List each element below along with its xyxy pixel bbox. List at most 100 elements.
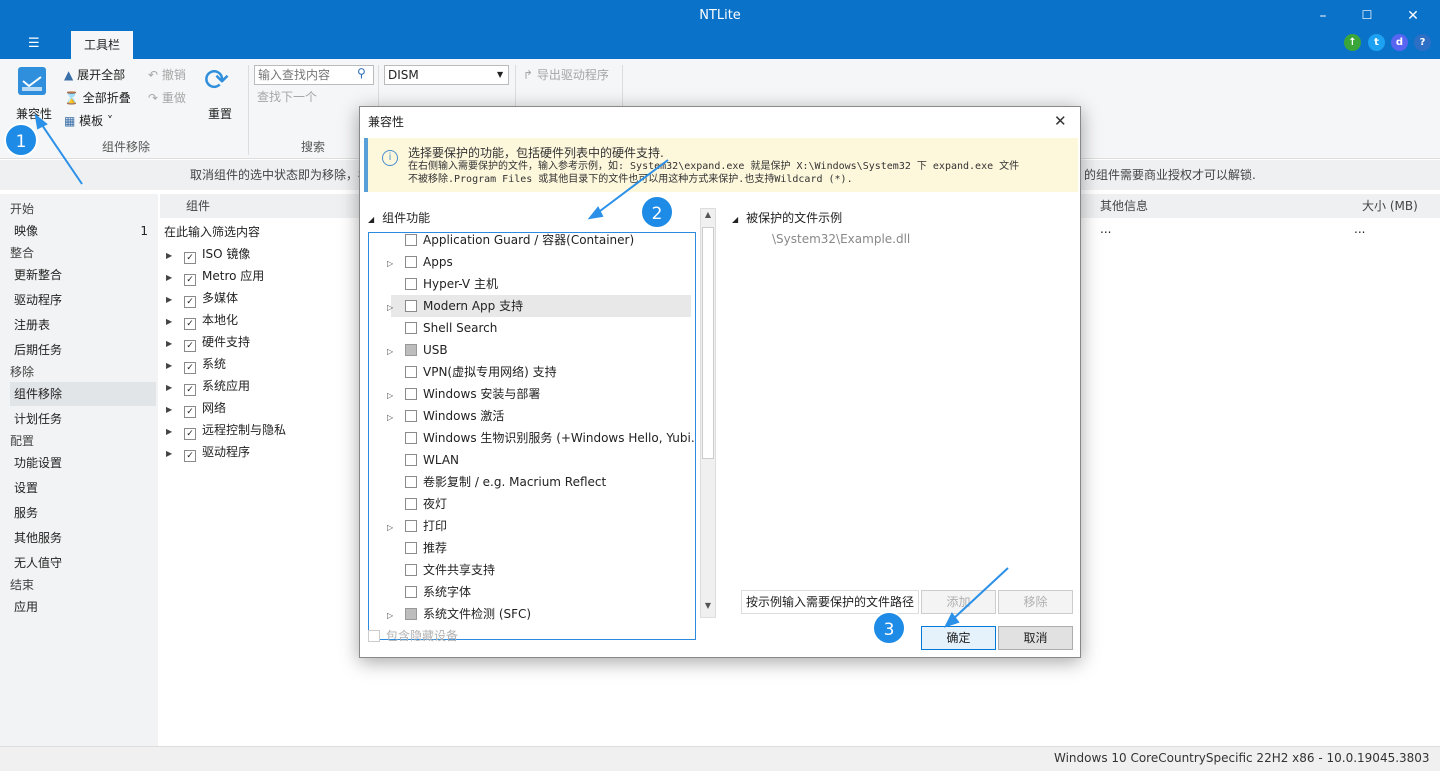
expand-arrow-icon[interactable]: ▷ — [387, 297, 399, 319]
sidebar-item[interactable]: 其他服务 — [10, 526, 156, 550]
ok-button[interactable]: 确定 — [921, 626, 996, 650]
feature-tree-item[interactable]: ▷ Apps — [387, 251, 691, 273]
checkbox[interactable]: ✓ — [184, 318, 196, 330]
checkbox[interactable] — [405, 278, 417, 290]
sidebar-item[interactable]: 后期任务 — [10, 338, 156, 362]
expand-arrow-icon[interactable]: ▷ — [387, 341, 399, 363]
feature-tree-item[interactable]: ▷ USB — [387, 339, 691, 361]
tree-row[interactable]: ▶ ✓ 远程控制与隐私 — [166, 419, 286, 441]
redo-button[interactable]: ↷ 重做 — [148, 88, 186, 108]
checkbox[interactable] — [405, 234, 417, 246]
checkbox[interactable] — [405, 454, 417, 466]
expand-arrow-icon[interactable]: ▶ — [166, 443, 178, 465]
sidebar-item[interactable]: 设置 — [10, 476, 156, 500]
expand-arrow-icon[interactable] — [387, 561, 399, 583]
search-input-field[interactable] — [255, 66, 351, 84]
expand-arrow-icon[interactable]: ▷ — [387, 605, 399, 627]
column-other-info[interactable]: 其他信息 — [1100, 194, 1148, 218]
add-button[interactable]: 添加 — [921, 590, 996, 614]
expand-arrow-icon[interactable]: ▶ — [166, 311, 178, 333]
feature-tree-item[interactable]: ▷ 系统文件检测 (SFC) — [387, 603, 691, 625]
expand-arrow-icon[interactable]: ▶ — [166, 289, 178, 311]
sidebar-item[interactable]: 应用 — [10, 595, 156, 619]
checkbox[interactable] — [405, 476, 417, 488]
feature-tree-item[interactable]: Application Guard / 容器(Container) — [391, 233, 691, 251]
sidebar-item[interactable]: 服务 — [10, 501, 156, 525]
checkbox[interactable]: ✓ — [184, 406, 196, 418]
expand-arrow-icon[interactable]: ▶ — [166, 399, 178, 421]
checkbox[interactable] — [405, 498, 417, 510]
checkbox[interactable] — [405, 520, 417, 532]
expand-arrow-icon[interactable] — [387, 319, 399, 341]
sidebar-item[interactable]: 更新整合 — [10, 263, 156, 287]
feature-tree-item[interactable]: 卷影复制 / e.g. Macrium Reflect — [391, 471, 691, 493]
sidebar-item[interactable]: 映像 1 — [10, 219, 156, 243]
feature-tree[interactable]: Application Guard / 容器(Container) ▷ Apps H… — [368, 232, 696, 640]
feature-tree-item[interactable]: ▷ 打印 — [387, 515, 691, 537]
feature-tree-item[interactable]: Hyper-V 主机 — [391, 273, 691, 295]
checkbox[interactable] — [405, 432, 417, 444]
feature-tree-item[interactable]: Shell Search — [391, 317, 691, 339]
expand-arrow-icon[interactable]: ▷ — [387, 517, 399, 539]
feature-tree-item[interactable]: 夜灯 — [391, 493, 691, 515]
checkbox[interactable] — [405, 366, 417, 378]
feature-tree-item[interactable]: WLAN — [391, 449, 691, 471]
filter-input[interactable]: 在此输入筛选内容 — [164, 222, 260, 242]
dism-select[interactable]: DISM ▼ — [384, 65, 509, 85]
dialog-close-button[interactable]: ✕ — [1054, 112, 1067, 130]
feature-tree-item[interactable]: ▷ Windows 安装与部署 — [387, 383, 691, 405]
checkbox[interactable]: ✓ — [184, 274, 196, 286]
search-input[interactable]: ⚲ — [254, 65, 374, 85]
search-icon[interactable]: ⚲ — [357, 66, 366, 80]
checkbox[interactable] — [405, 344, 417, 356]
checkbox[interactable] — [405, 586, 417, 598]
expand-arrow-icon[interactable]: ▶ — [166, 421, 178, 443]
remove-button[interactable]: 移除 — [998, 590, 1073, 614]
column-size[interactable]: 大小 (MB) — [1362, 194, 1418, 218]
cancel-button[interactable]: 取消 — [998, 626, 1073, 650]
update-icon[interactable]: ↑ — [1344, 34, 1361, 51]
sidebar-item[interactable]: 驱动程序 — [10, 288, 156, 312]
expand-arrow-icon[interactable] — [387, 363, 399, 385]
tree-row[interactable]: ▶ ✓ 系统 — [166, 353, 226, 375]
feature-tree-item[interactable]: 文件共享支持 — [391, 559, 691, 581]
tree-row[interactable]: ▶ ✓ 多媒体 — [166, 287, 238, 309]
tree-row[interactable]: ▶ ✓ ISO 镜像 — [166, 243, 250, 265]
checkbox[interactable] — [405, 256, 417, 268]
checkbox[interactable] — [405, 388, 417, 400]
expand-arrow-icon[interactable]: ▶ — [166, 245, 178, 267]
sidebar-item[interactable]: 计划任务 — [10, 407, 156, 431]
reset-button[interactable]: ⟳ 重置 — [202, 63, 242, 127]
sidebar-item[interactable]: 功能设置 — [10, 451, 156, 475]
expand-arrow-icon[interactable]: ▶ — [166, 355, 178, 377]
twitter-icon[interactable]: t — [1368, 34, 1385, 51]
undo-button[interactable]: ↶ 撤销 — [148, 65, 186, 85]
checkbox[interactable] — [405, 608, 417, 620]
maximize-button[interactable]: ☐ — [1357, 8, 1377, 22]
feature-tree-item[interactable]: ▷ Modern App 支持 — [387, 295, 691, 317]
checkbox[interactable]: ✓ — [184, 384, 196, 396]
feature-tree-item[interactable]: 推荐 — [391, 537, 691, 559]
sidebar-item[interactable]: 无人值守 — [10, 551, 156, 575]
collapse-all-button[interactable]: ⌛ 全部折叠 — [64, 88, 131, 108]
checkbox[interactable]: ✓ — [184, 428, 196, 440]
expand-arrow-icon[interactable] — [387, 539, 399, 561]
tree-scrollbar[interactable]: ▲ ▼ — [700, 208, 716, 618]
checkbox[interactable] — [405, 300, 417, 312]
menu-icon[interactable]: ☰ — [28, 36, 40, 51]
column-component[interactable]: 组件 — [186, 194, 210, 218]
expand-arrow-icon[interactable]: ▷ — [387, 253, 399, 275]
expand-all-button[interactable]: ▲ 展开全部 — [64, 65, 125, 85]
checkbox[interactable]: ✓ — [184, 362, 196, 374]
feature-tree-item[interactable]: ▷ Windows 激活 — [387, 405, 691, 427]
expand-arrow-icon[interactable] — [387, 451, 399, 473]
tree-header[interactable]: ◢ 组件功能 — [368, 209, 430, 226]
tree-row[interactable]: ▶ ✓ 系统应用 — [166, 375, 250, 397]
include-hidden-checkbox[interactable]: 包含隐藏设备 — [368, 627, 458, 644]
discord-icon[interactable]: d — [1391, 34, 1408, 51]
compatibility-button[interactable]: 兼容性 — [6, 63, 58, 127]
expand-arrow-icon[interactable] — [387, 233, 399, 253]
checkbox[interactable] — [405, 542, 417, 554]
template-button[interactable]: ▦ 模板 ˅ — [64, 111, 113, 131]
tree-row[interactable]: ▶ ✓ 本地化 — [166, 309, 238, 331]
